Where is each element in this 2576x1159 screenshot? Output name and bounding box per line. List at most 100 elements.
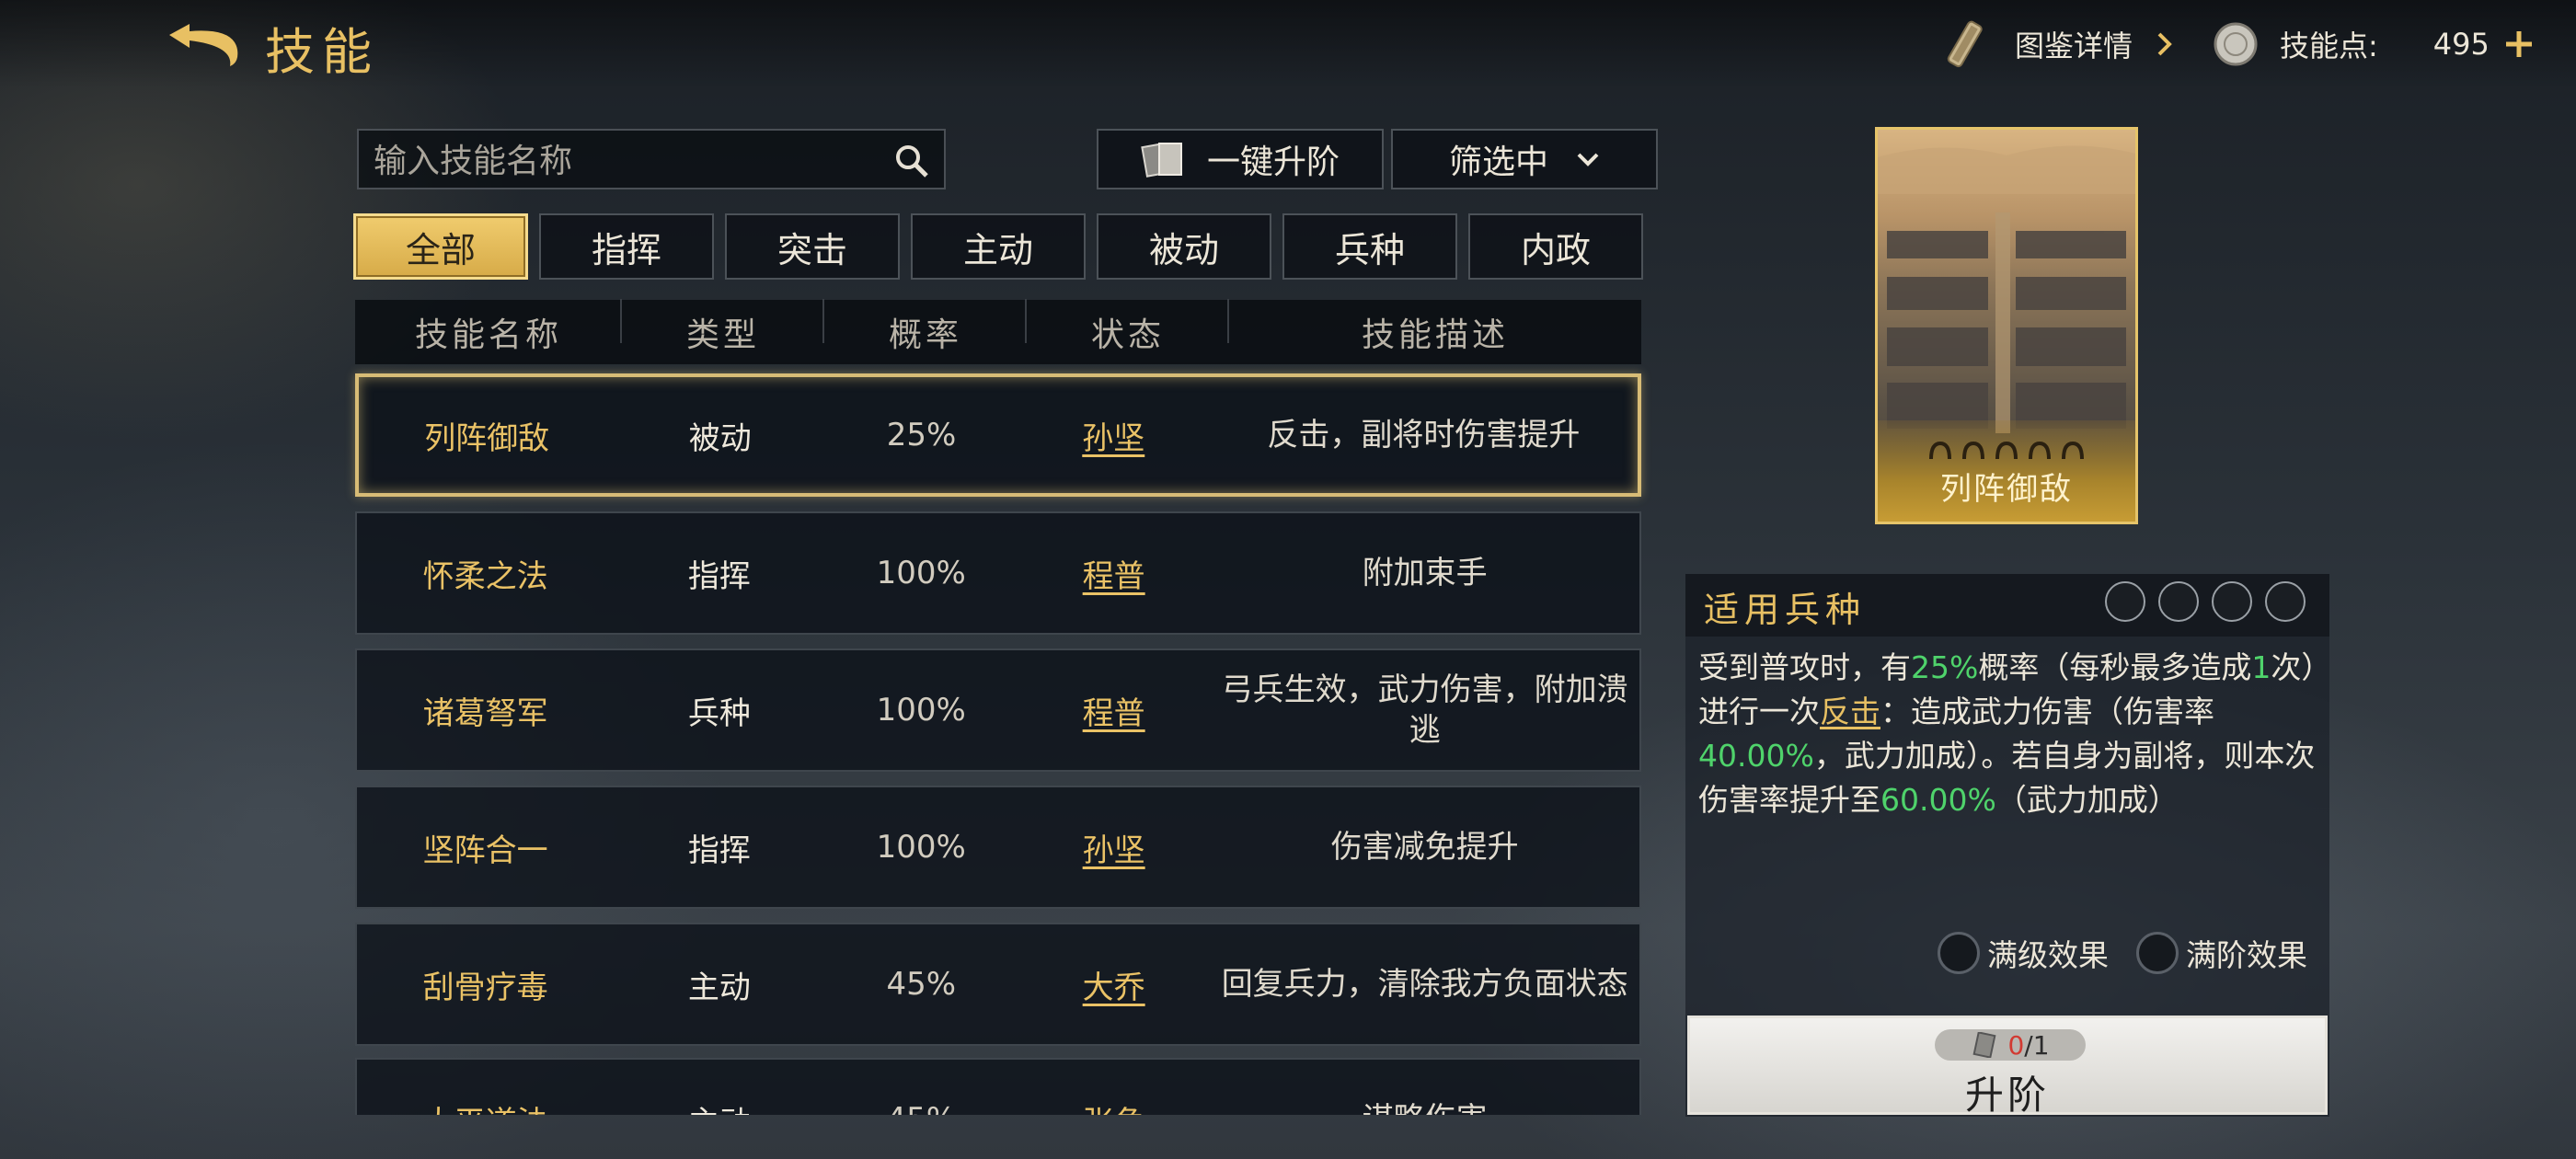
skill-card: 列阵御敌 xyxy=(1875,127,2138,524)
upgrade-label: 升阶 xyxy=(1964,1073,2050,1118)
tab-internal[interactable]: 内政 xyxy=(1468,213,1643,280)
skill-rate: 100% xyxy=(876,555,966,591)
desc-text: 概率（每秒最多造成 xyxy=(1978,649,2252,685)
skill-desc: 弓兵生效，武力伤害，附加溃逃 xyxy=(1221,671,1628,749)
search-icon[interactable] xyxy=(892,142,931,180)
page-title: 技能 xyxy=(265,23,379,81)
skill-status: 孙坚 xyxy=(1018,413,1210,458)
rank-mark-icon xyxy=(1929,441,1951,460)
desc-text: 受到普攻时，有 xyxy=(1698,649,1911,685)
max-level-effect-label: 满级效果 xyxy=(1987,937,2109,973)
table-row[interactable]: 刮骨疗毒 主动 45% 大乔 回复兵力，清除我方负面状态 xyxy=(355,923,1641,1046)
table-header: 技能名称 类型 概率 状态 技能描述 xyxy=(355,299,1641,364)
tab-assault[interactable]: 突击 xyxy=(725,213,900,280)
tab-troop[interactable]: 兵种 xyxy=(1282,213,1457,280)
skill-rate: 45% xyxy=(825,1101,1018,1115)
radio-circle[interactable] xyxy=(2136,932,2179,974)
shield-icon xyxy=(2158,581,2199,622)
cost-total: /1 xyxy=(2024,1029,2050,1061)
cost-current: 0 xyxy=(2007,1029,2025,1061)
upgrade-button[interactable]: 0/1 升阶 xyxy=(1687,1016,2328,1118)
skill-status: 程普 xyxy=(1018,551,1210,596)
skill-rate: 45% xyxy=(886,966,957,1003)
cards-icon xyxy=(1141,143,1182,178)
col-header-status: 状态 xyxy=(1027,299,1229,356)
skill-desc: 回复兵力，清除我方负面状态 xyxy=(1221,966,1628,1003)
skill-type: 指挥 xyxy=(687,832,751,869)
skill-status: 程普 xyxy=(1018,688,1210,733)
desc-rate-value: 25% xyxy=(1911,649,1979,685)
tab-all[interactable]: 全部 xyxy=(353,213,528,280)
add-points-icon[interactable] xyxy=(2502,28,2536,61)
troop-type-title: 适用兵种 xyxy=(1704,590,1867,630)
skill-rate: 100% xyxy=(876,829,966,866)
coin-icon xyxy=(2214,22,2258,66)
general-link[interactable]: 张角 xyxy=(1083,1105,1145,1116)
desc-text: ：造成武力伤害（伤害率 xyxy=(1880,694,2214,729)
table-row[interactable]: 坚阵合一 指挥 100% 孙坚 伤害减免提升 xyxy=(355,786,1641,909)
general-link[interactable]: 孙坚 xyxy=(1082,420,1144,457)
spear-icon xyxy=(2265,581,2306,622)
cavalry-icon xyxy=(2105,581,2145,622)
rank-mark-icon xyxy=(2029,441,2051,460)
card-skill-name: 列阵御敌 xyxy=(1940,471,2073,508)
col-header-name: 技能名称 xyxy=(355,299,622,356)
skill-rate: 25% xyxy=(886,417,957,453)
skill-type: 主动 xyxy=(614,1097,824,1116)
general-link[interactable]: 大乔 xyxy=(1083,970,1145,1006)
skill-type: 指挥 xyxy=(687,557,751,595)
table-row[interactable]: 太平道法 主动 45% 张角 谋略伤害 xyxy=(355,1058,1641,1115)
desc-count-value: 1 xyxy=(2251,649,2271,685)
skill-type: 被动 xyxy=(688,419,752,457)
tab-command[interactable]: 指挥 xyxy=(539,213,714,280)
filter-dropdown[interactable]: 筛选中 xyxy=(1391,129,1658,189)
tab-passive[interactable]: 被动 xyxy=(1097,213,1271,280)
chevron-right-icon xyxy=(2157,32,2172,56)
chevron-down-icon xyxy=(1577,153,1599,166)
codex-details-label: 图鉴详情 xyxy=(2015,29,2133,63)
codex-details-link[interactable]: 图鉴详情 xyxy=(1941,17,2175,72)
table-row[interactable]: 诸葛弩军 兵种 100% 程普 弓兵生效，武力伤害，附加溃逃 xyxy=(355,648,1641,772)
radio-circle[interactable] xyxy=(1938,932,1980,974)
tab-active[interactable]: 主动 xyxy=(911,213,1086,280)
skill-name: 刮骨疗毒 xyxy=(422,969,548,1006)
skill-status: 大乔 xyxy=(1018,962,1210,1007)
filter-label: 筛选中 xyxy=(1448,143,1548,181)
skill-search-input[interactable] xyxy=(372,138,872,184)
max-rank-effect-toggle[interactable]: 满阶效果 xyxy=(2136,931,2307,975)
skill-search-box[interactable] xyxy=(357,129,946,189)
skill-desc: 伤害减免提升 xyxy=(1330,829,1519,866)
desc-damage-value: 40.00% xyxy=(1698,738,1814,774)
general-link[interactable]: 程普 xyxy=(1083,558,1145,595)
general-link[interactable]: 程普 xyxy=(1083,695,1145,732)
rank-mark-icon xyxy=(2062,441,2084,460)
skill-type: 主动 xyxy=(687,969,751,1006)
table-row[interactable]: 怀柔之法 指挥 100% 程普 附加束手 xyxy=(355,511,1641,635)
rank-mark-icon xyxy=(1995,441,2018,460)
top-bar xyxy=(0,0,2576,88)
skill-desc: 谋略伤害 xyxy=(1210,1099,1639,1115)
table-row-clipped[interactable]: 太平道法 主动 45% 张角 谋略伤害 xyxy=(355,1058,1641,1115)
back-arrow-icon[interactable] xyxy=(162,18,245,70)
army-formation-illustration xyxy=(1878,145,2135,433)
scroll-icon xyxy=(1947,20,1983,68)
skill-rate: 100% xyxy=(876,692,966,729)
skill-points-value: 495 xyxy=(2432,27,2490,62)
desc-text: （武力加成） xyxy=(1995,782,2179,818)
skill-name: 太平道法 xyxy=(357,1097,614,1116)
skill-name: 诸葛弩军 xyxy=(422,694,548,732)
table-row-selected[interactable]: 列阵御敌 被动 25% 孙坚 反击，副将时伤害提升 xyxy=(355,373,1641,497)
skill-status: 张角 xyxy=(1018,1097,1210,1116)
skill-desc: 附加束手 xyxy=(1362,555,1488,591)
desc-keyword-link[interactable]: 反击 xyxy=(1820,694,1880,729)
rank-marks xyxy=(1878,441,2135,461)
one-click-upgrade-label: 一键升阶 xyxy=(1206,143,1340,181)
bow-icon xyxy=(2212,581,2252,622)
max-level-effect-toggle[interactable]: 满级效果 xyxy=(1938,931,2109,975)
col-header-desc: 技能描述 xyxy=(1361,316,1509,354)
skill-name: 列阵御敌 xyxy=(424,419,550,457)
general-link[interactable]: 孙坚 xyxy=(1083,832,1145,869)
skill-points-display: 技能点: 495 xyxy=(2212,17,2536,72)
one-click-upgrade-button[interactable]: 一键升阶 xyxy=(1097,129,1384,189)
troop-type-icons xyxy=(2105,581,2306,622)
